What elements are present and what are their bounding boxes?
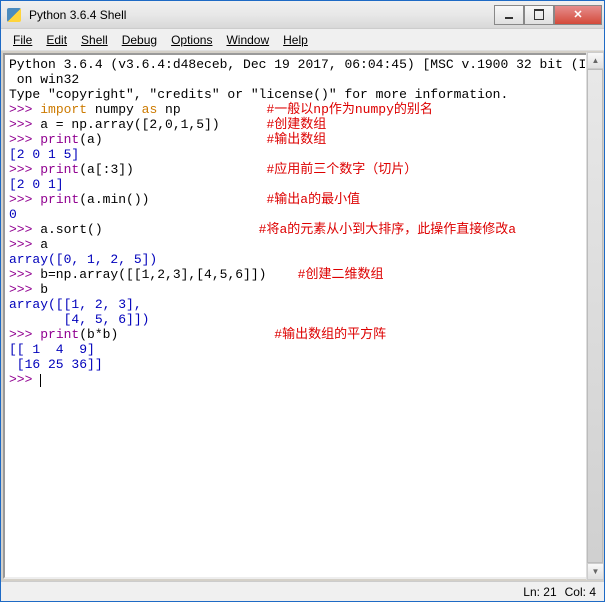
- comment: #创建二维数组: [298, 267, 384, 282]
- prompt: >>>: [9, 222, 32, 237]
- banner-line-2: Type "copyright", "credits" or "license(…: [9, 87, 508, 102]
- comment: #将a的元素从小到大排序，此操作直接修改a: [259, 222, 516, 237]
- banner-line-1: Python 3.6.4 (v3.6.4:d48eceb, Dec 19 201…: [9, 57, 602, 72]
- prompt: >>>: [9, 327, 32, 342]
- comment: #创建数组: [266, 117, 326, 132]
- menu-edit[interactable]: Edit: [40, 31, 73, 49]
- text-cursor: [40, 374, 41, 387]
- output: [2 0 1 5]: [9, 147, 79, 162]
- titlebar[interactable]: Python 3.6.4 Shell: [1, 1, 604, 29]
- content-wrap: Python 3.6.4 (v3.6.4:d48eceb, Dec 19 201…: [2, 52, 603, 580]
- menu-window[interactable]: Window: [220, 31, 275, 49]
- scroll-down-button[interactable]: ▼: [587, 563, 604, 580]
- status-bar: Ln: 21 Col: 4: [1, 581, 604, 601]
- output: [16 25 36]]: [9, 357, 103, 372]
- output: array([[1, 2, 3],: [9, 297, 142, 312]
- output: 0: [9, 207, 17, 222]
- prompt: >>>: [9, 102, 32, 117]
- scroll-up-button[interactable]: ▲: [587, 52, 604, 69]
- output: [[ 1 4 9]: [9, 342, 95, 357]
- kw-print: print: [40, 162, 79, 177]
- kw-import: import: [40, 102, 87, 117]
- python-icon: [7, 7, 23, 23]
- shell-text-area[interactable]: Python 3.6.4 (v3.6.4:d48eceb, Dec 19 201…: [3, 53, 602, 579]
- comment: #输出a的最小值: [266, 192, 360, 207]
- window-buttons: [494, 5, 602, 25]
- comment: #输出数组的平方阵: [274, 327, 386, 342]
- prompt: >>>: [9, 267, 32, 282]
- maximize-button[interactable]: [524, 5, 554, 25]
- menu-shell[interactable]: Shell: [75, 31, 114, 49]
- comment: #应用前三个数字（切片）: [266, 162, 417, 177]
- kw-as: as: [142, 102, 158, 117]
- comment: #输出数组: [266, 132, 326, 147]
- menu-help[interactable]: Help: [277, 31, 314, 49]
- output: array([0, 1, 2, 5]): [9, 252, 157, 267]
- menu-options[interactable]: Options: [165, 31, 218, 49]
- status-col: Col: 4: [565, 585, 596, 599]
- menu-file[interactable]: File: [7, 31, 38, 49]
- minimize-button[interactable]: [494, 5, 524, 25]
- status-line: Ln: 21: [523, 585, 556, 599]
- prompt: >>>: [9, 132, 32, 147]
- kw-print: print: [40, 132, 79, 147]
- comment: #一般以np作为numpy的别名: [266, 102, 432, 117]
- banner-line-1b: on win32: [9, 72, 79, 87]
- window-title: Python 3.6.4 Shell: [27, 8, 494, 22]
- menu-debug[interactable]: Debug: [116, 31, 163, 49]
- vertical-scrollbar[interactable]: ▲ ▼: [586, 52, 603, 580]
- prompt: >>>: [9, 372, 32, 387]
- close-button[interactable]: [554, 5, 602, 25]
- kw-print: print: [40, 192, 79, 207]
- kw-print: print: [40, 327, 79, 342]
- output: [2 0 1]: [9, 177, 64, 192]
- python-shell-window: Python 3.6.4 Shell File Edit Shell Debug…: [0, 0, 605, 602]
- prompt: >>>: [9, 162, 32, 177]
- prompt: >>>: [9, 192, 32, 207]
- scroll-thumb[interactable]: [587, 69, 603, 563]
- prompt: >>>: [9, 237, 32, 252]
- prompt: >>>: [9, 282, 32, 297]
- output: [4, 5, 6]]): [9, 312, 149, 327]
- menubar: File Edit Shell Debug Options Window Hel…: [1, 29, 604, 51]
- prompt: >>>: [9, 117, 32, 132]
